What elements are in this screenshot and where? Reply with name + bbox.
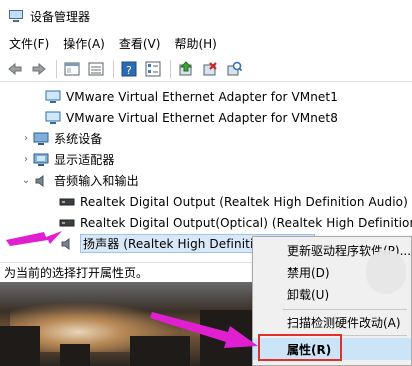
menu-item-label: 扫描检测硬件改动(A) xyxy=(287,315,401,330)
title-bar: 设备管理器 xyxy=(0,0,412,32)
network-adapter-icon xyxy=(44,111,62,125)
back-arrow-icon[interactable] xyxy=(4,58,26,80)
menu-scan-hardware[interactable]: 扫描检测硬件改动(A) xyxy=(253,311,411,333)
annotation-arrow-left xyxy=(6,231,62,246)
tree-item-label: Realtek Digital Output(Optical) (Realtek… xyxy=(80,215,412,230)
building xyxy=(0,326,40,366)
menu-item-label: 禁用(D) xyxy=(287,265,330,280)
tree-group-display-adapters[interactable]: › 显示适配器 xyxy=(20,149,115,170)
uninstall-device-icon[interactable] xyxy=(199,58,221,80)
tree-item-digital-output-optical[interactable]: Realtek Digital Output(Optical) (Realtek… xyxy=(58,212,412,233)
menu-view[interactable]: 查看(V) xyxy=(114,34,166,54)
system-device-icon xyxy=(32,132,50,146)
blurred-overlay xyxy=(366,250,406,294)
update-driver-icon[interactable] xyxy=(175,58,197,80)
network-adapter-icon xyxy=(44,90,62,104)
status-text: 为当前的选择打开属性页。 xyxy=(4,266,149,280)
menu-help[interactable]: 帮助(H) xyxy=(169,34,221,54)
tree-item-vmnet1[interactable]: VMware Virtual Ethernet Adapter for VMne… xyxy=(44,86,338,107)
toolbar-separator xyxy=(113,59,114,78)
tree-item-vmnet8[interactable]: VMware Virtual Ethernet Adapter for VMne… xyxy=(44,107,338,128)
menu-item-label: 卸载(U) xyxy=(287,287,330,302)
tree-item-digital-output[interactable]: Realtek Digital Output (Realtek High Def… xyxy=(58,191,408,212)
properties-pane-icon[interactable] xyxy=(61,58,83,80)
highlight-box xyxy=(258,334,342,361)
device-list-icon[interactable] xyxy=(142,58,164,80)
display-adapter-icon xyxy=(32,153,50,167)
tree-item-label: Realtek Digital Output (Realtek High Def… xyxy=(80,194,408,209)
tree-item-label: VMware Virtual Ethernet Adapter for VMne… xyxy=(66,89,338,104)
tree-item-label: 音频输入和输出 xyxy=(54,174,139,188)
audio-icon xyxy=(32,174,50,188)
tree-group-audio[interactable]: ⌄ 音频输入和输出 xyxy=(20,170,139,191)
chevron-down-icon[interactable]: ⌄ xyxy=(20,175,32,186)
building xyxy=(60,344,90,366)
annotation-arrow-right xyxy=(150,312,258,348)
menu-bar: 文件(F) 操作(A) 查看(V) 帮助(H) xyxy=(0,32,412,56)
view-icon[interactable] xyxy=(85,58,107,80)
device-manager-icon xyxy=(8,9,24,23)
chevron-right-icon[interactable]: › xyxy=(20,154,32,165)
toolbar-separator xyxy=(170,59,171,78)
scan-hardware-icon[interactable] xyxy=(223,58,245,80)
menu-file[interactable]: 文件(F) xyxy=(4,34,54,54)
tree-group-system-devices[interactable]: › 系统设备 xyxy=(20,128,102,149)
chevron-right-icon[interactable]: › xyxy=(20,133,32,144)
help-icon[interactable]: ? xyxy=(118,58,140,80)
toolbar: ? xyxy=(0,56,412,82)
tree-item-label: 系统设备 xyxy=(54,132,103,146)
toolbar-separator xyxy=(56,59,57,78)
window-title: 设备管理器 xyxy=(30,9,91,24)
tree-item-label: VMware Virtual Ethernet Adapter for VMne… xyxy=(66,110,338,125)
tree-item-label: 显示适配器 xyxy=(54,153,115,167)
digital-output-icon xyxy=(58,195,76,209)
svg-text:?: ? xyxy=(126,64,132,77)
forward-arrow-icon[interactable] xyxy=(28,58,50,80)
menu-action[interactable]: 操作(A) xyxy=(58,34,110,54)
menu-separator xyxy=(283,309,407,310)
